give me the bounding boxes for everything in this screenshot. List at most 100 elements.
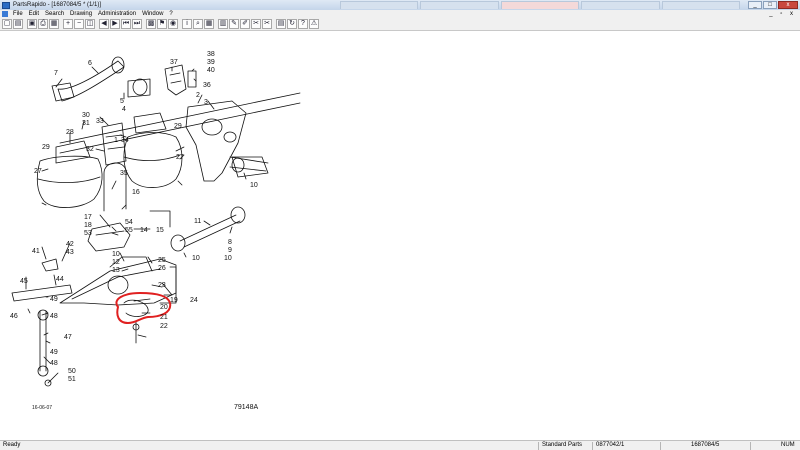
background-tab[interactable] (340, 1, 419, 9)
callout-31[interactable]: 31 (82, 120, 90, 127)
callout-47[interactable]: 47 (64, 334, 72, 341)
search-icon[interactable]: ⌕ (193, 19, 203, 29)
warning-icon[interactable]: ⚠ (309, 19, 319, 29)
callout-11[interactable]: 11 (194, 218, 201, 225)
background-tab[interactable] (420, 1, 499, 9)
callout-10[interactable]: 10 (224, 255, 232, 262)
callout-3[interactable]: 3 (204, 99, 208, 106)
zoom-fit-icon[interactable]: ◫ (85, 19, 95, 29)
callout-13[interactable]: 13 (112, 267, 120, 274)
close-button[interactable]: x (778, 1, 798, 9)
callout-20[interactable]: 20 (160, 304, 168, 311)
callout-22[interactable]: 22 (160, 323, 168, 330)
maximize-button[interactable]: □ (763, 1, 777, 9)
callout-54[interactable]: 54 (125, 219, 133, 226)
edit-icon[interactable]: ✐ (240, 19, 250, 29)
callout-42[interactable]: 42 (66, 241, 74, 248)
callout-28[interactable]: 28 (66, 129, 74, 136)
back-icon[interactable]: ◀ (99, 19, 109, 29)
callout-5[interactable]: 5 (120, 98, 124, 105)
callout-49[interactable]: 49 (50, 349, 58, 356)
last-icon[interactable]: ⏭ (132, 19, 142, 29)
globe-icon[interactable]: ◉ (168, 19, 178, 29)
callout-29[interactable]: 29 (174, 123, 182, 130)
callout-19[interactable]: 19 (170, 297, 178, 304)
grid-icon[interactable]: ▦ (204, 19, 214, 29)
callout-25[interactable]: 25 (158, 257, 166, 264)
background-tab[interactable] (500, 1, 580, 9)
save-icon[interactable]: ▣ (27, 19, 37, 29)
zoom-in-icon[interactable]: + (63, 19, 73, 29)
refresh-icon[interactable]: ↻ (287, 19, 297, 29)
callout-6[interactable]: 6 (88, 60, 92, 67)
book-icon[interactable]: ▥ (218, 19, 228, 29)
menu-help[interactable]: ? (166, 10, 175, 18)
menu-edit[interactable]: Edit (26, 10, 42, 18)
callout-12[interactable]: 12 (112, 259, 120, 266)
notes-icon[interactable]: ▤ (276, 19, 286, 29)
callout-43[interactable]: 43 (66, 249, 74, 256)
callout-9[interactable]: 9 (228, 247, 232, 254)
callout-18[interactable]: 18 (84, 222, 92, 229)
callout-48[interactable]: 48 (50, 360, 58, 367)
callout-45[interactable]: 45 (20, 278, 28, 285)
menu-window[interactable]: Window (139, 10, 166, 18)
callout-36[interactable]: 36 (203, 82, 211, 89)
callout-53[interactable]: 53 (84, 230, 92, 237)
document-icon[interactable] (2, 11, 8, 17)
forward-icon[interactable]: ▶ (110, 19, 120, 29)
callout-15[interactable]: 15 (156, 227, 164, 234)
callout-33[interactable]: 33 (96, 118, 104, 125)
callout-21[interactable]: 21 (160, 314, 168, 321)
callout-49[interactable]: 49 (50, 296, 58, 303)
cart-icon[interactable]: ▩ (146, 19, 156, 29)
callout-48[interactable]: 48 (50, 313, 58, 320)
callout-10[interactable]: 10 (192, 255, 200, 262)
callout-55[interactable]: 55 (125, 227, 133, 234)
callout-14[interactable]: 14 (140, 227, 148, 234)
first-icon[interactable]: ⏮ (121, 19, 131, 29)
cut-icon[interactable]: ✂ (251, 19, 261, 29)
help-icon[interactable]: ? (298, 19, 308, 29)
callout-16[interactable]: 16 (132, 189, 140, 196)
callout-26[interactable]: 26 (158, 265, 166, 272)
callout-23[interactable]: 23 (158, 282, 166, 289)
menu-administration[interactable]: Administration (95, 10, 139, 18)
new-icon[interactable]: ▢ (2, 19, 12, 29)
mdi-controls[interactable]: _ ▫ x (769, 10, 796, 18)
callout-17[interactable]: 17 (84, 214, 92, 221)
background-tab[interactable] (661, 1, 741, 9)
callout-8[interactable]: 8 (228, 239, 232, 246)
callout-27[interactable]: 27 (34, 168, 42, 175)
callout-10[interactable]: 10 (112, 251, 120, 258)
flag-icon[interactable]: ⚑ (157, 19, 167, 29)
print-icon[interactable]: ⎙ (38, 19, 48, 29)
callout-24[interactable]: 24 (190, 297, 198, 304)
callout-37[interactable]: 37 (170, 59, 178, 66)
callout-50[interactable]: 50 (68, 368, 76, 375)
callout-41[interactable]: 41 (32, 248, 40, 255)
callout-34[interactable]: 34 (121, 137, 129, 144)
parts-drawing-canvas[interactable]: 7 6 5 4 37 38 39 40 36 2 3 30 31 28 29 33 32 34 1 29 27 27 35 1… (0, 31, 800, 440)
callout-10[interactable]: 10 (250, 182, 258, 189)
callout-7[interactable]: 7 (54, 70, 58, 77)
callout-46[interactable]: 46 (10, 313, 18, 320)
background-tab[interactable] (581, 1, 660, 9)
callout-40[interactable]: 40 (207, 67, 215, 74)
info-icon[interactable]: i (182, 19, 192, 29)
callout-35[interactable]: 35 (120, 170, 128, 177)
menu-search[interactable]: Search (42, 10, 67, 18)
callout-29[interactable]: 29 (42, 144, 50, 151)
callout-39[interactable]: 39 (207, 59, 215, 66)
callout-1[interactable]: 1 (114, 137, 118, 144)
callout-51[interactable]: 51 (68, 376, 76, 383)
tools-icon[interactable]: ✎ (229, 19, 239, 29)
menu-drawing[interactable]: Drawing (67, 10, 95, 18)
preview-icon[interactable]: ▦ (49, 19, 59, 29)
scissors-icon[interactable]: ✂ (262, 19, 272, 29)
zoom-out-icon[interactable]: − (74, 19, 84, 29)
minimize-button[interactable]: _ (748, 1, 762, 9)
callout-44[interactable]: 44 (56, 276, 64, 283)
callout-27[interactable]: 27 (176, 154, 184, 161)
callout-30[interactable]: 30 (82, 112, 90, 119)
